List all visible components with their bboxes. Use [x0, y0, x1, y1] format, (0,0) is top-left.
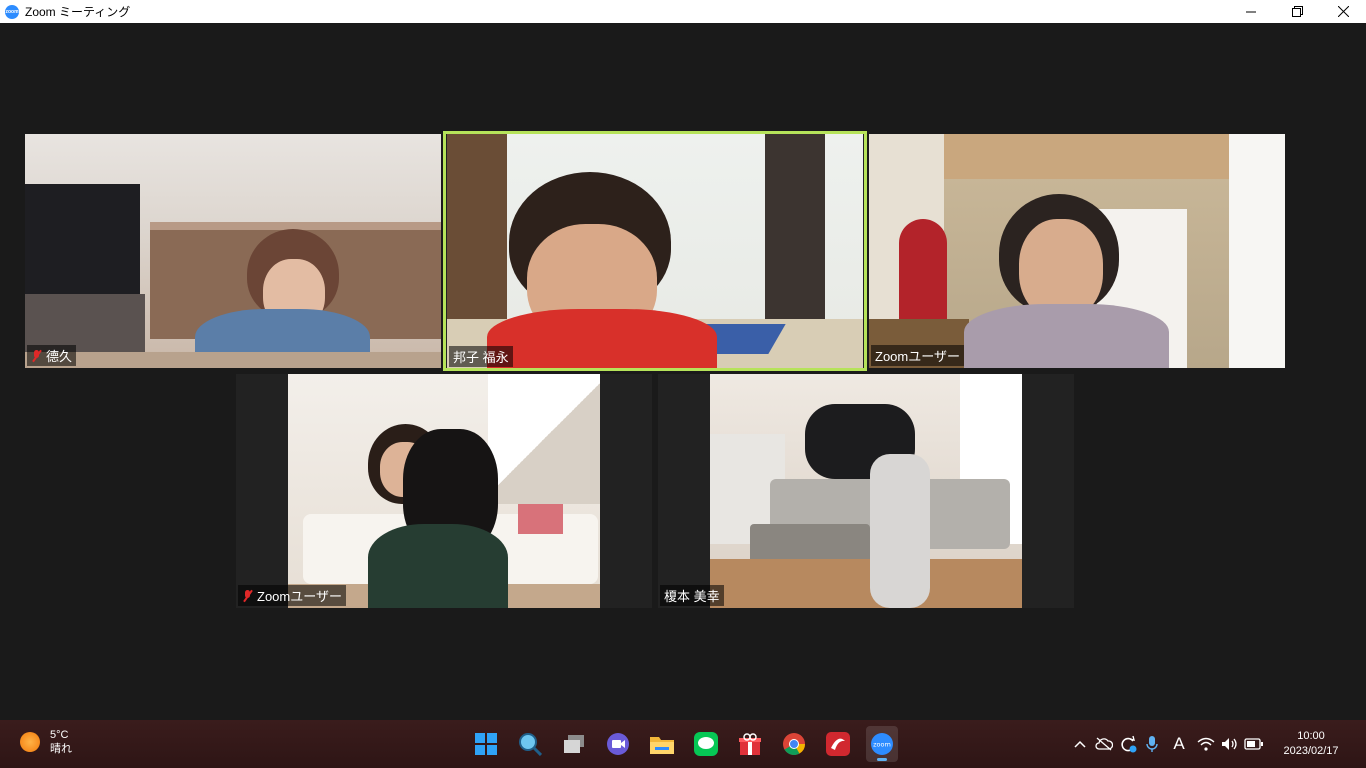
system-clock[interactable]: 10:00 2023/02/17: [1266, 729, 1356, 759]
window-controls: [1228, 0, 1366, 23]
participant-nameplate: 德久: [27, 345, 77, 366]
sync-icon[interactable]: [1116, 732, 1140, 756]
show-desktop-button[interactable]: [1356, 720, 1366, 768]
participant-video: [447, 134, 863, 368]
close-button[interactable]: [1320, 0, 1366, 23]
participant-nameplate: Zoomユーザー: [238, 585, 346, 606]
line-button[interactable]: [690, 726, 722, 762]
participant-video: [710, 374, 1022, 608]
gift-button[interactable]: [734, 726, 766, 762]
window-title: Zoom ミーティング: [25, 5, 131, 19]
search-icon: [519, 733, 542, 756]
taskbar-apps: zoom: [470, 726, 898, 762]
weather-temperature: 5°C: [50, 729, 69, 741]
close-icon: [1337, 6, 1349, 17]
wifi-icon[interactable]: [1194, 732, 1218, 756]
clock-date: 2023/02/17: [1283, 745, 1339, 757]
participant-nameplate: 榎本 美幸: [660, 585, 724, 606]
battery-icon[interactable]: [1242, 732, 1266, 756]
restore-button[interactable]: [1274, 0, 1320, 23]
chevron-up-icon[interactable]: [1068, 732, 1092, 756]
system-tray: A 10:00 2023/02/17: [1068, 720, 1366, 768]
video-tile-active-speaker[interactable]: 邦子 福永: [443, 131, 867, 371]
participant-video: [288, 374, 600, 608]
weather-condition: 晴れ: [50, 743, 72, 755]
title-bar: zoom Zoom ミーティング: [0, 0, 1366, 23]
mic-muted-icon: [31, 349, 43, 362]
chrome-icon: [783, 733, 805, 755]
chrome-button[interactable]: [778, 726, 810, 762]
zoom-icon: zoom: [871, 733, 893, 755]
file-explorer-icon: [650, 737, 674, 754]
windows-start-icon: [475, 733, 497, 755]
participant-name: Zoomユーザー: [875, 349, 960, 364]
task-view-button[interactable]: [558, 726, 590, 762]
weather-widget[interactable]: 5°C 晴れ: [20, 728, 72, 756]
cloud-offline-icon[interactable]: [1092, 732, 1116, 756]
video-tile[interactable]: 榎本 美幸: [658, 374, 1074, 608]
restore-icon: [1291, 6, 1303, 17]
participant-nameplate: Zoomユーザー: [871, 345, 964, 366]
minimize-icon: [1246, 11, 1256, 12]
video-tile[interactable]: Zoomユーザー: [869, 134, 1285, 368]
meeting-gallery: 德久 邦子 福永 Zoomユーザー Zoomユーザー 榎本 美幸: [0, 23, 1366, 720]
file-explorer-button[interactable]: [646, 726, 678, 762]
ime-indicator[interactable]: A: [1164, 732, 1194, 756]
participant-video: [869, 134, 1285, 368]
volume-icon[interactable]: [1218, 732, 1242, 756]
participant-video: [25, 134, 441, 368]
security-app-icon: [826, 732, 850, 756]
task-view-icon: [564, 735, 584, 753]
taskbar: 5°C 晴れ zoom A 10:00 2023/02/17: [0, 720, 1366, 768]
meet-icon: [607, 733, 629, 755]
zoom-taskbar-button[interactable]: zoom: [866, 726, 898, 762]
mic-muted-icon: [242, 589, 254, 602]
start-button[interactable]: [470, 726, 502, 762]
sun-icon: [20, 732, 40, 752]
clock-time: 10:00: [1297, 730, 1325, 742]
participant-name: 邦子 福永: [453, 350, 509, 365]
zoom-icon-text: zoom: [873, 741, 891, 749]
participant-name: Zoomユーザー: [257, 589, 342, 604]
microphone-icon[interactable]: [1140, 732, 1164, 756]
video-tile[interactable]: Zoomユーザー: [236, 374, 652, 608]
participant-name: 德久: [46, 349, 73, 364]
participant-name: 榎本 美幸: [664, 589, 720, 604]
participant-nameplate: 邦子 福永: [449, 346, 513, 367]
security-app-button[interactable]: [822, 726, 854, 762]
video-tile[interactable]: 德久: [25, 134, 441, 368]
minimize-button[interactable]: [1228, 0, 1274, 23]
gift-icon: [739, 733, 761, 755]
zoom-app-icon: zoom: [5, 4, 19, 19]
meet-button[interactable]: [602, 726, 634, 762]
search-button[interactable]: [514, 726, 546, 762]
line-icon: [694, 732, 718, 756]
